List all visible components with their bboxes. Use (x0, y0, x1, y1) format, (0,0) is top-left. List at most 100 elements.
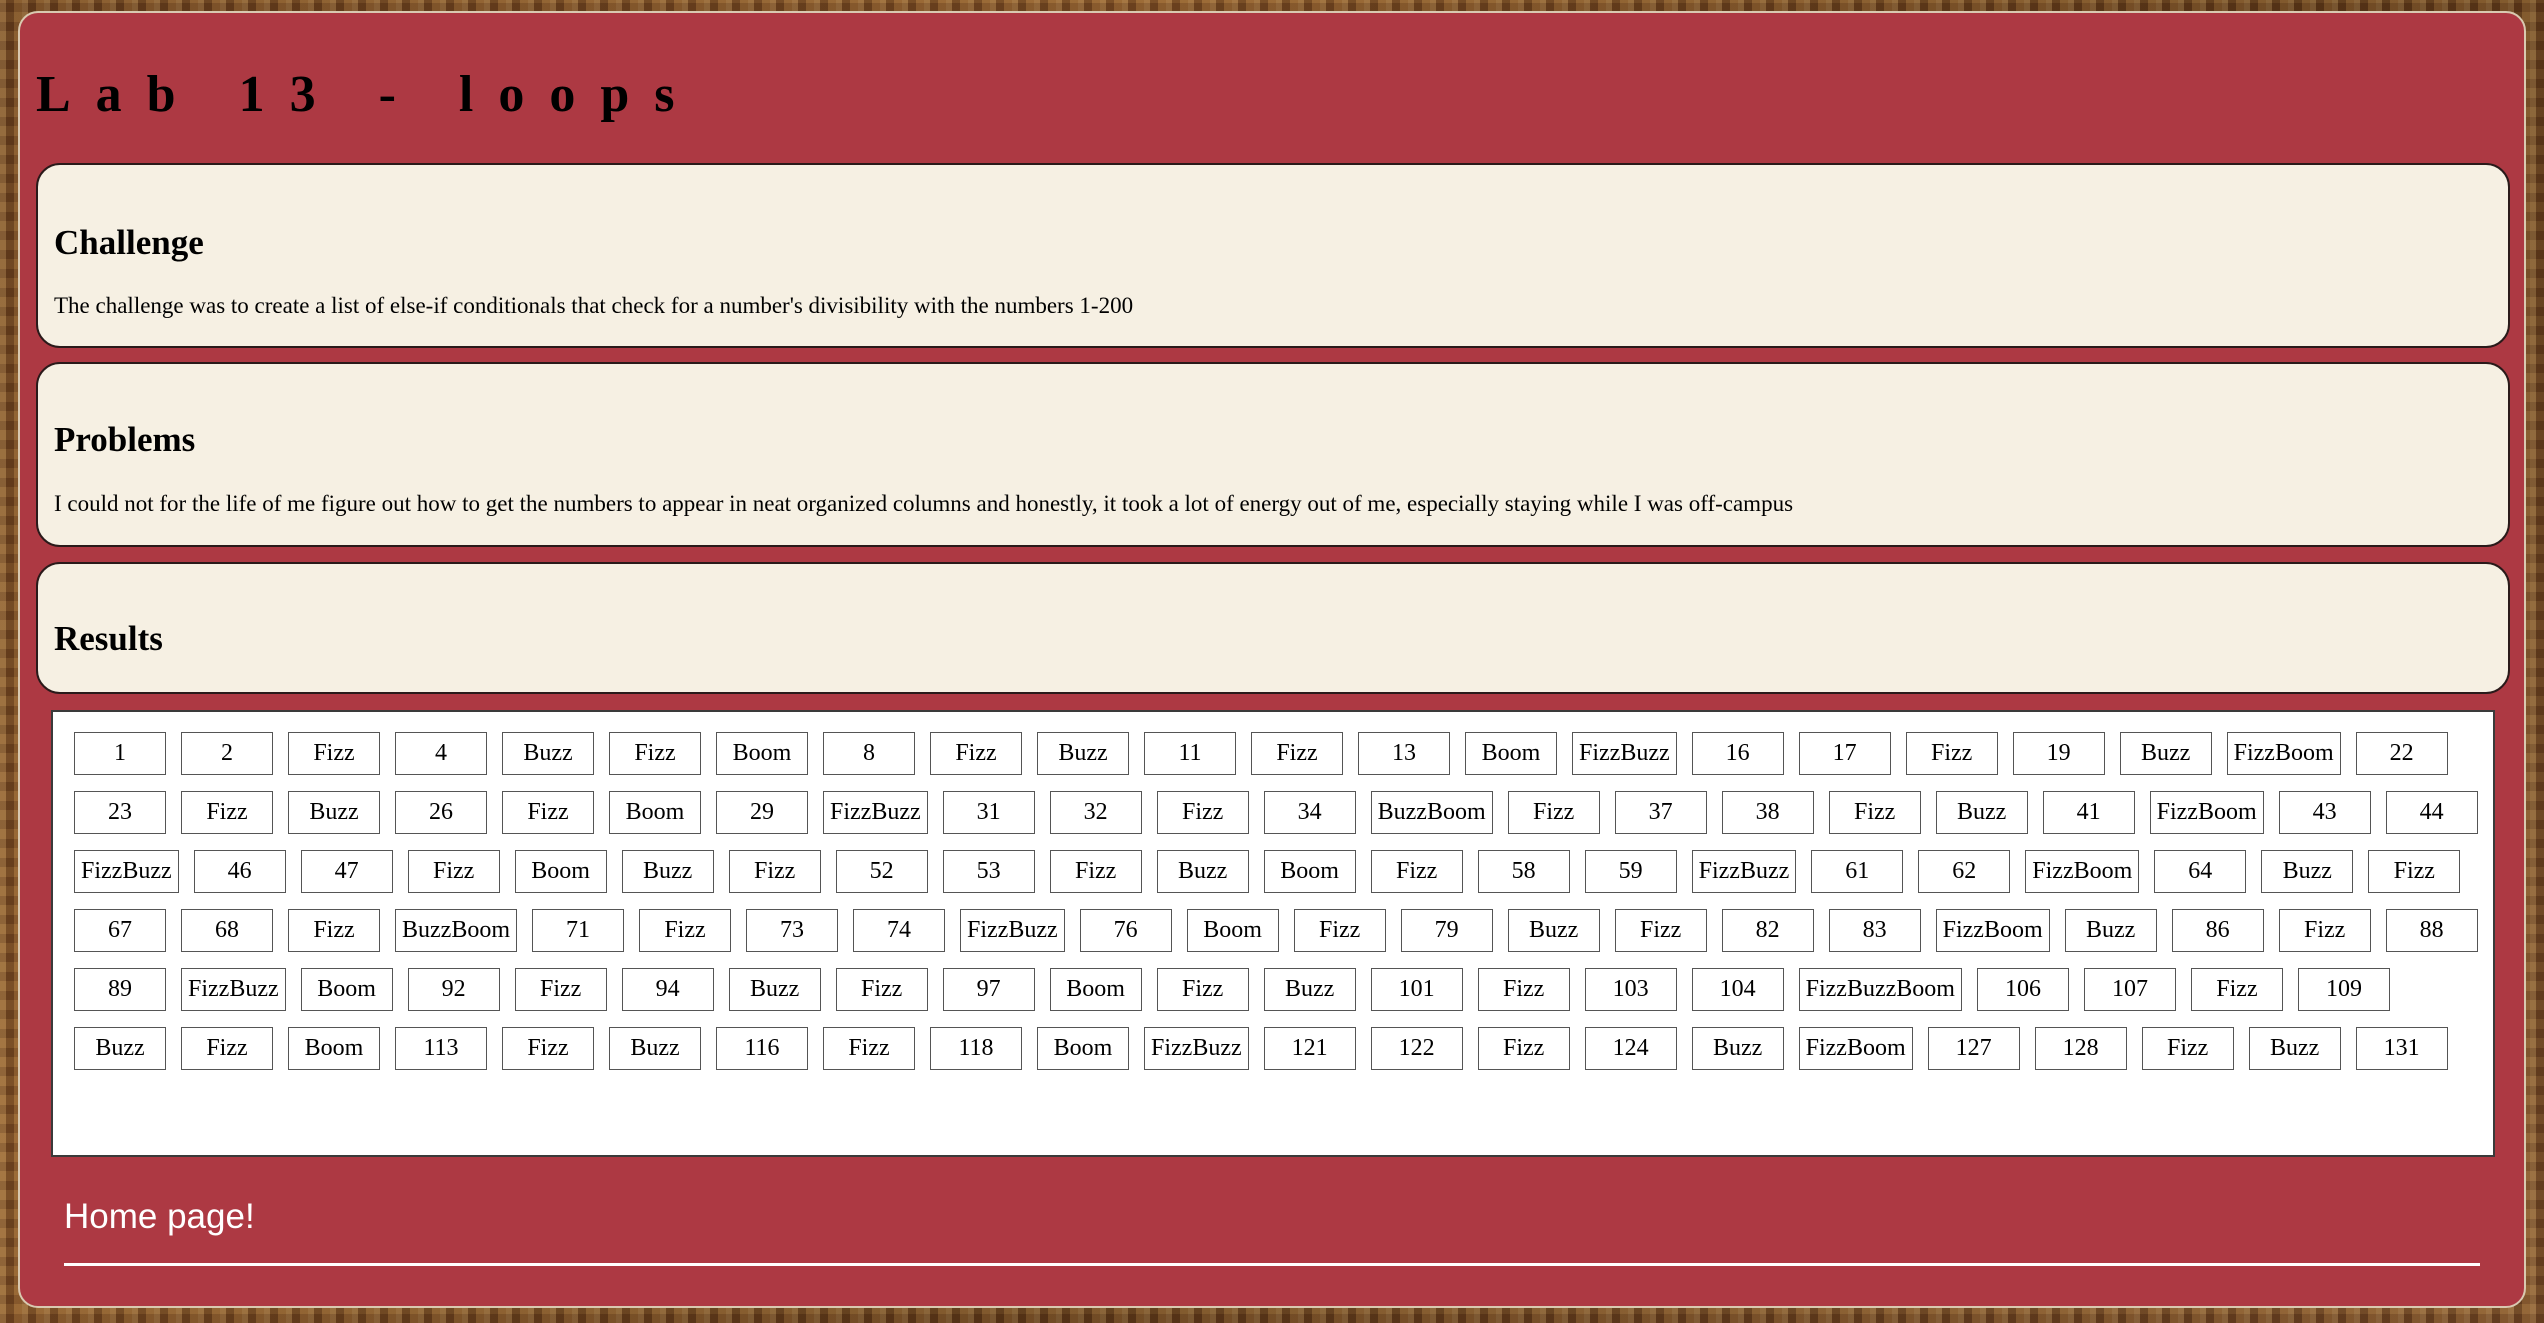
result-cell: Fizz (1905, 732, 1998, 775)
result-cell: 74 (853, 909, 945, 952)
problems-heading: Problems (54, 420, 196, 459)
result-cell: Buzz (1691, 1027, 1784, 1070)
page-container: Lab 13 - loops Challenge The challenge w… (18, 11, 2526, 1308)
result-cell: Boom (716, 732, 808, 775)
challenge-section: Challenge The challenge was to create a … (36, 163, 2510, 348)
result-cell: 118 (930, 1027, 1022, 1070)
result-cell: FizzBuzz (1691, 850, 1797, 893)
results-output: 1 2 Fizz 4 Buzz Fizz Boom 8 Fizz Buzz 11 Fizz 13 Boom… (51, 710, 2495, 1157)
result-cell: Fizz (288, 732, 380, 775)
home-page-link[interactable]: Home page! (64, 1199, 255, 1234)
result-cell: 128 (2034, 1027, 2127, 1070)
result-cell: Fizz (407, 850, 500, 893)
result-cell: 34 (1263, 791, 1356, 834)
result-cell: 32 (1049, 791, 1142, 834)
result-cell: 44 (2385, 791, 2478, 834)
result-cell: 109 (2297, 968, 2390, 1011)
result-cell: Fizz (181, 1027, 273, 1070)
results-grid: 1 2 Fizz 4 Buzz Fizz Boom 8 Fizz Buzz 11 Fizz 13 Boom… (74, 732, 2494, 1086)
result-cell: 52 (835, 850, 928, 893)
results-heading: Results (54, 619, 163, 658)
result-cell: Fizz (1507, 791, 1600, 834)
result-cell: Buzz (1263, 968, 1356, 1011)
result-cell: 19 (2012, 732, 2105, 775)
result-cell: Fizz (835, 968, 928, 1011)
result-cell: Boom (288, 1027, 380, 1070)
result-cell: 76 (1079, 909, 1172, 952)
result-cell: Buzz (2261, 850, 2354, 893)
result-cell: Fizz (2368, 850, 2461, 893)
result-cell: 38 (1721, 791, 1814, 834)
result-cell: FizzBuzz (1144, 1027, 1249, 1070)
result-cell: 88 (2385, 909, 2478, 952)
result-cell: 92 (407, 968, 500, 1011)
result-cell: 8 (823, 732, 915, 775)
result-cell: Buzz (502, 732, 594, 775)
result-cell: 11 (1144, 732, 1236, 775)
result-cell: Buzz (2248, 1027, 2341, 1070)
result-cell: Fizz (1477, 968, 1570, 1011)
result-cell: 23 (74, 791, 166, 834)
result-cell: 122 (1370, 1027, 1463, 1070)
result-cell: Buzz (288, 791, 380, 834)
problems-text: I could not for the life of me figure ou… (54, 491, 1794, 516)
result-cell: Fizz (823, 1027, 915, 1070)
result-cell: 104 (1691, 968, 1784, 1011)
result-cell: Fizz (181, 791, 273, 834)
result-cell: 101 (1370, 968, 1463, 1011)
result-cell: 16 (1691, 732, 1784, 775)
result-cell: Fizz (1293, 909, 1386, 952)
result-cell: Fizz (514, 968, 607, 1011)
result-cell: 121 (1263, 1027, 1356, 1070)
result-cell: 43 (2278, 791, 2371, 834)
result-cell: Fizz (2141, 1027, 2234, 1070)
result-cell: 68 (181, 909, 273, 952)
result-cell: Buzz (1156, 850, 1249, 893)
result-cell: Fizz (728, 850, 821, 893)
result-cell: Boom (300, 968, 393, 1011)
result-cell: Buzz (2064, 909, 2157, 952)
result-cell: 2 (181, 732, 273, 775)
result-cell: Fizz (1156, 791, 1249, 834)
result-cell: 106 (1976, 968, 2069, 1011)
result-cell: Fizz (502, 791, 594, 834)
result-cell: Buzz (728, 968, 821, 1011)
result-cell: Boom (609, 791, 701, 834)
result-cell: 46 (193, 850, 286, 893)
result-cell: 53 (942, 850, 1035, 893)
result-cell: 89 (74, 968, 166, 1011)
result-cell: Fizz (1614, 909, 1707, 952)
result-cell: BuzzBoom (1370, 791, 1493, 834)
result-cell: 59 (1584, 850, 1677, 893)
result-cell: 107 (2083, 968, 2176, 1011)
result-cell: FizzBuzz (823, 791, 928, 834)
result-cell: 22 (2355, 732, 2448, 775)
result-cell: 83 (1828, 909, 1921, 952)
challenge-heading: Challenge (54, 223, 204, 262)
result-cell: 124 (1584, 1027, 1677, 1070)
result-cell: Fizz (609, 732, 701, 775)
result-cell: FizzBoom (1935, 909, 2050, 952)
result-cell: 47 (300, 850, 393, 893)
result-cell: FizzBuzz (74, 850, 179, 893)
challenge-text: The challenge was to create a list of el… (54, 293, 1134, 318)
result-cell: 17 (1798, 732, 1891, 775)
result-cell: Boom (1465, 732, 1557, 775)
result-cell: Buzz (1935, 791, 2028, 834)
result-cell: Buzz (1037, 732, 1129, 775)
result-cell: Buzz (2119, 732, 2212, 775)
result-cell: Fizz (1828, 791, 1921, 834)
result-cell: Fizz (2278, 909, 2371, 952)
result-cell: Boom (514, 850, 607, 893)
result-cell: FizzBoom (2025, 850, 2140, 893)
footer-divider (64, 1263, 2480, 1266)
result-cell: FizzBuzz (960, 909, 1065, 952)
result-cell: 71 (532, 909, 624, 952)
result-cell: 31 (942, 791, 1035, 834)
result-cell: BuzzBoom (395, 909, 517, 952)
result-cell: 41 (2042, 791, 2135, 834)
result-cell: 1 (74, 732, 166, 775)
result-cell: 29 (716, 791, 808, 834)
result-cell: 131 (2355, 1027, 2448, 1070)
result-cell: 82 (1721, 909, 1814, 952)
